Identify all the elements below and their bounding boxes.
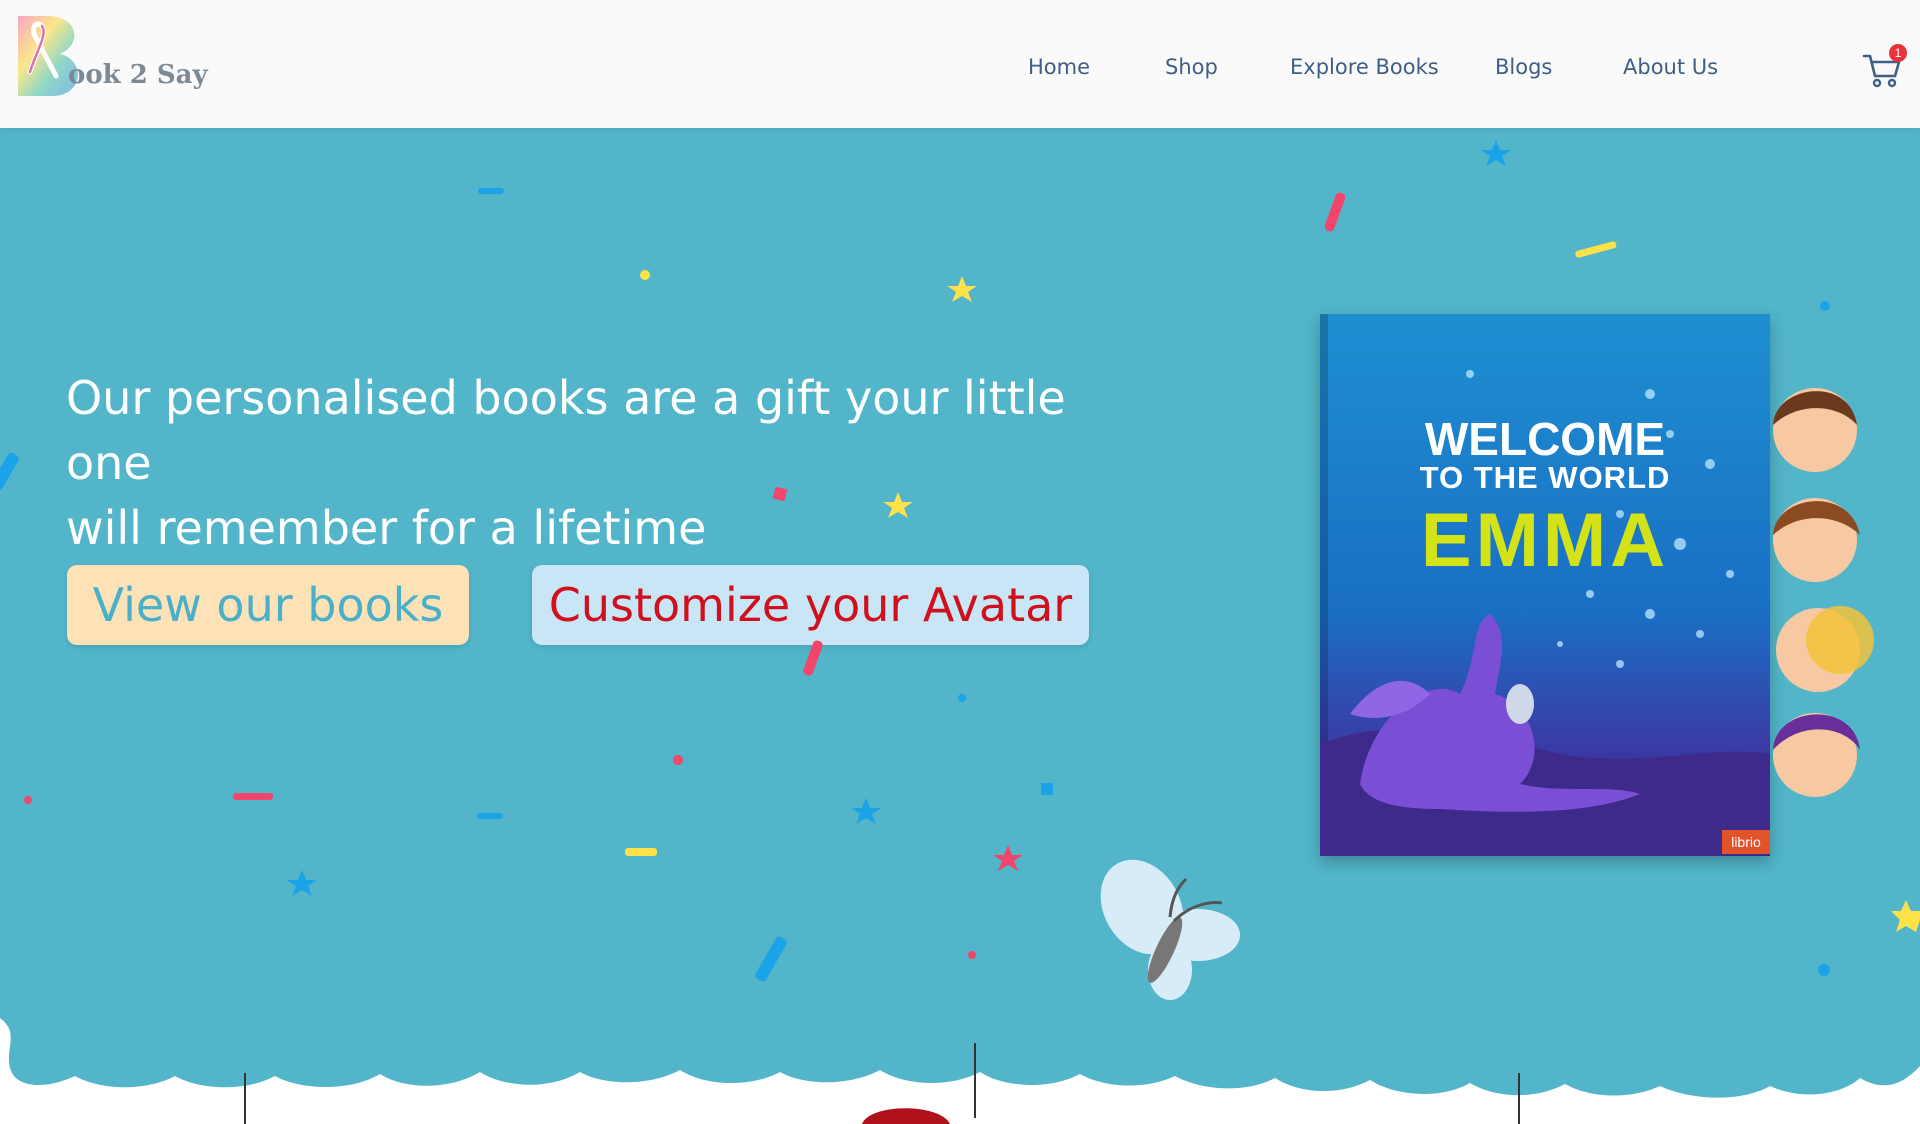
cart-count-badge: 1 (1889, 44, 1907, 62)
hero-headline: Our personalised books are a gift your l… (66, 366, 1126, 561)
book-publisher-badge: librio (1722, 830, 1770, 854)
book-cover[interactable]: WELCOME TO THE WORLD EMMA (1320, 314, 1770, 856)
hero-headline-line2: will remember for a lifetime (66, 501, 707, 555)
customize-avatar-button[interactable]: Customize your Avatar (532, 565, 1089, 645)
nav-explore-books[interactable]: Explore Books (1290, 55, 1439, 79)
nav-shop[interactable]: Shop (1165, 55, 1218, 79)
book-title-name: EMMA (1420, 498, 1670, 583)
book-title-to-the-world: TO THE WORLD (1419, 460, 1671, 495)
book-cover-art (1320, 314, 1770, 856)
nav-home[interactable]: Home (1028, 55, 1090, 79)
site-header: ook 2 Say Home Shop Explore Books Blogs … (0, 0, 1920, 128)
book-title-welcome: WELCOME (1424, 413, 1666, 465)
hero-headline-line1: Our personalised books are a gift your l… (66, 371, 1066, 490)
nav-about-us[interactable]: About Us (1623, 55, 1718, 79)
nav-blogs[interactable]: Blogs (1495, 55, 1552, 79)
view-books-button[interactable]: View our books (67, 565, 469, 645)
main-nav: Home Shop Explore Books Blogs About Us (0, 55, 1920, 85)
